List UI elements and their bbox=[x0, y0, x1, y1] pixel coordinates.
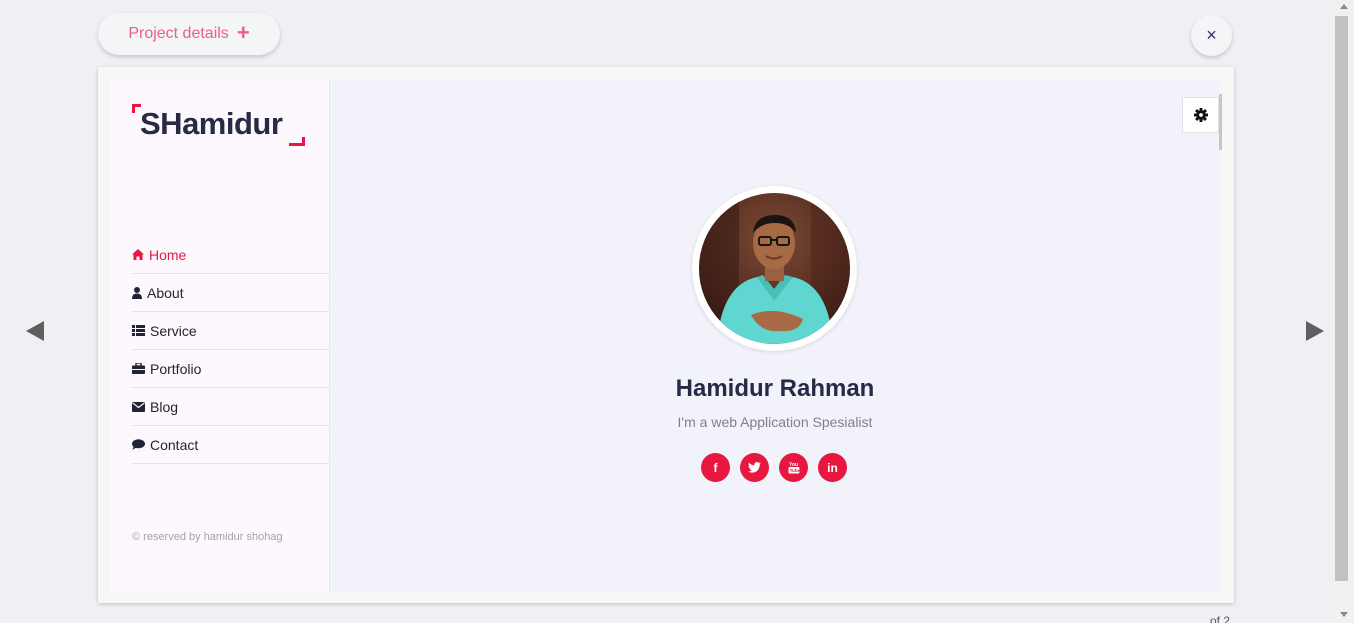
profile-photo bbox=[699, 193, 850, 344]
sidebar-item-home[interactable]: Home bbox=[132, 236, 329, 274]
gear-icon bbox=[1193, 108, 1208, 122]
scroll-up-icon[interactable] bbox=[1340, 4, 1348, 9]
sidebar-item-service[interactable]: Service bbox=[132, 312, 329, 350]
twitter-link[interactable] bbox=[740, 453, 769, 482]
facebook-icon: f bbox=[713, 460, 718, 475]
list-icon bbox=[132, 325, 145, 336]
sidebar-item-contact[interactable]: Contact bbox=[132, 426, 329, 464]
inner-scrollbar[interactable] bbox=[1219, 94, 1222, 150]
envelope-icon bbox=[132, 401, 145, 412]
next-button[interactable] bbox=[1306, 321, 1324, 346]
sidebar-item-label: Portfolio bbox=[150, 360, 202, 377]
sidebar-item-blog[interactable]: Blog bbox=[132, 388, 329, 426]
project-details-label: Project details bbox=[128, 25, 229, 42]
social-links: f You Tube in bbox=[701, 453, 847, 482]
scrollbar-thumb[interactable] bbox=[1335, 16, 1348, 581]
sidebar-nav: Home About Service Portfolio Blog Contac… bbox=[132, 236, 329, 464]
slide-counter: of 2 bbox=[1210, 614, 1231, 623]
profile-tagline: I'm a web Application Spesialist bbox=[677, 414, 873, 430]
previous-button[interactable] bbox=[26, 321, 44, 346]
sidebar-item-portfolio[interactable]: Portfolio bbox=[132, 350, 329, 388]
youtube-icon: YouTube bbox=[788, 462, 800, 474]
sidebar-item-label: Service bbox=[150, 322, 197, 339]
profile-avatar bbox=[692, 186, 857, 351]
project-details-button[interactable]: Project details + bbox=[98, 13, 280, 55]
linkedin-icon: in bbox=[827, 460, 838, 475]
profile-name: Hamidur Rahman bbox=[675, 375, 875, 402]
triangle-left-icon bbox=[26, 321, 44, 341]
close-button[interactable]: × bbox=[1191, 15, 1232, 56]
sidebar-item-label: About bbox=[147, 284, 184, 301]
close-icon: × bbox=[1206, 25, 1217, 45]
copyright-text: © reserved by hamidur shohag bbox=[132, 531, 283, 543]
site-logo[interactable]: SHamidur bbox=[132, 104, 306, 146]
sidebar-item-label: Home bbox=[149, 246, 187, 263]
user-icon bbox=[132, 286, 142, 299]
page-scrollbar[interactable] bbox=[1334, 0, 1354, 623]
briefcase-icon bbox=[132, 363, 145, 374]
sidebar-item-label: Contact bbox=[150, 436, 199, 453]
sidebar-item-label: Blog bbox=[150, 398, 179, 415]
logo-bracket-bottom-right bbox=[289, 137, 305, 146]
linkedin-link[interactable]: in bbox=[818, 453, 847, 482]
settings-button[interactable] bbox=[1182, 97, 1219, 133]
youtube-link[interactable]: You Tube bbox=[779, 453, 808, 482]
scroll-down-icon[interactable] bbox=[1340, 612, 1348, 617]
triangle-right-icon bbox=[1306, 321, 1324, 341]
svg-text:Tube: Tube bbox=[789, 468, 799, 473]
logo-text: SHamidur bbox=[140, 106, 283, 141]
facebook-link[interactable]: f bbox=[701, 453, 730, 482]
twitter-icon bbox=[748, 462, 761, 473]
plus-icon: + bbox=[236, 20, 250, 45]
comment-icon bbox=[132, 439, 145, 450]
home-icon bbox=[132, 249, 144, 260]
sidebar-item-about[interactable]: About bbox=[132, 274, 329, 312]
